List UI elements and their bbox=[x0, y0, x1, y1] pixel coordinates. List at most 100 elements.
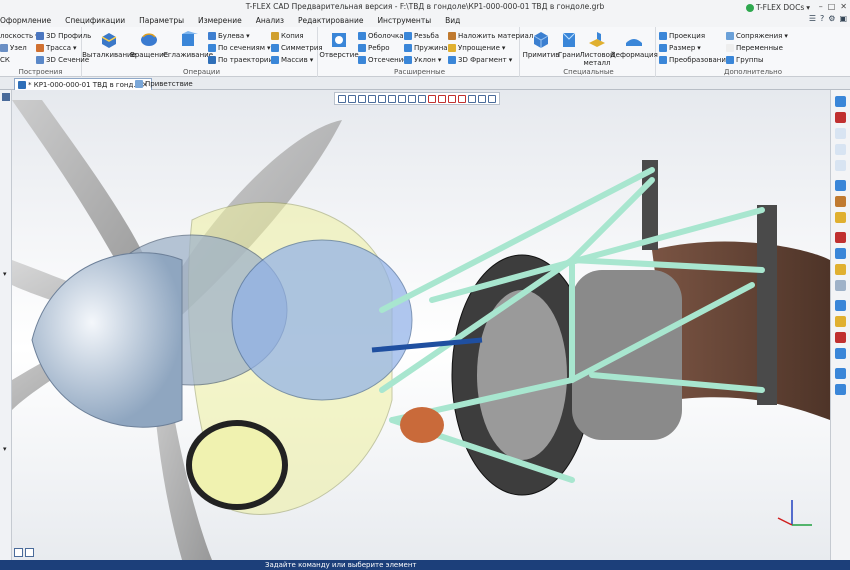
shell-button[interactable]: Оболочка bbox=[358, 30, 404, 41]
view-side-icon[interactable] bbox=[398, 94, 406, 103]
menu-item-view[interactable]: Вид bbox=[438, 16, 467, 25]
simplify-button[interactable]: Упрощение ▾ bbox=[448, 42, 505, 53]
table-icon[interactable] bbox=[835, 300, 846, 311]
filter-icon[interactable] bbox=[488, 94, 496, 103]
wireframe-mode-icon[interactable] bbox=[448, 94, 456, 103]
view-fit-icon[interactable] bbox=[338, 94, 346, 103]
profile3d-button[interactable]: 3D Профиль bbox=[36, 30, 91, 41]
menu-item-analysis[interactable]: Анализ bbox=[249, 16, 291, 25]
by-sections-button[interactable]: По сечениям ▾ bbox=[208, 42, 271, 53]
layers-icon[interactable] bbox=[835, 180, 846, 191]
transform-button[interactable]: Преобразования bbox=[659, 54, 730, 65]
select-icon[interactable] bbox=[835, 96, 846, 107]
axis-triad bbox=[777, 500, 812, 526]
view-pan-icon[interactable] bbox=[358, 94, 366, 103]
view-front-icon[interactable] bbox=[378, 94, 386, 103]
cube-icon[interactable] bbox=[835, 248, 846, 259]
thread-button[interactable]: Резьба bbox=[404, 30, 439, 41]
help-icon[interactable]: ? bbox=[820, 14, 824, 23]
zoom-window-icon[interactable] bbox=[835, 160, 846, 171]
export-icon[interactable] bbox=[835, 368, 846, 379]
plane-button[interactable]: лоскость▾ bbox=[0, 30, 39, 41]
variables-button[interactable]: Переменные bbox=[726, 42, 783, 53]
single-view-icon[interactable] bbox=[14, 548, 23, 557]
copy-button[interactable]: Копия bbox=[271, 30, 304, 41]
copy-icon bbox=[271, 31, 279, 40]
revolve-button[interactable]: Вращение bbox=[130, 29, 168, 59]
view-rotate-icon[interactable] bbox=[368, 94, 376, 103]
menu-item-parameters[interactable]: Параметры bbox=[132, 16, 191, 25]
profile-icon bbox=[36, 31, 44, 40]
smooth-button[interactable]: Сглаживание bbox=[163, 29, 213, 59]
zoom-out-icon[interactable] bbox=[835, 144, 846, 155]
camera-icon[interactable] bbox=[478, 94, 486, 103]
close-icon[interactable]: ✕ bbox=[840, 0, 847, 13]
menu-item-edit[interactable]: Редактирование bbox=[291, 16, 370, 25]
section-view-icon[interactable] bbox=[418, 94, 426, 103]
hamburger-icon[interactable]: ☰ bbox=[809, 14, 816, 23]
pencil-icon[interactable] bbox=[835, 264, 846, 275]
view-top-icon[interactable] bbox=[388, 94, 396, 103]
tab-welcome[interactable]: Приветствие bbox=[132, 78, 196, 90]
split-view-icon[interactable] bbox=[25, 548, 34, 557]
zoom-in-icon[interactable] bbox=[835, 128, 846, 139]
menu-item-specifications[interactable]: Спецификации bbox=[58, 16, 132, 25]
apply-material-button[interactable]: Наложить материал bbox=[448, 30, 533, 41]
save-icon[interactable] bbox=[835, 384, 846, 395]
dimension-button[interactable]: Размер ▾ bbox=[659, 42, 701, 53]
grid-icon[interactable] bbox=[835, 280, 846, 291]
sheet-metal-button[interactable]: Листовой металл bbox=[580, 29, 615, 67]
node-button[interactable]: Узел bbox=[0, 42, 27, 53]
extrude-button[interactable]: Выталкивание bbox=[82, 29, 136, 59]
faces-button[interactable]: Грани bbox=[558, 29, 580, 59]
collapse-icon[interactable]: ▾ bbox=[3, 270, 7, 278]
hidden-lines-icon[interactable] bbox=[458, 94, 466, 103]
tree-icon[interactable] bbox=[2, 93, 10, 101]
simplify-label: Упрощение bbox=[458, 43, 500, 52]
delete-icon[interactable] bbox=[835, 332, 846, 343]
view-zoom-icon[interactable] bbox=[348, 94, 356, 103]
by-path-button[interactable]: По траектории▾ bbox=[208, 54, 279, 65]
path-button[interactable]: Трасса ▾ bbox=[36, 42, 77, 53]
settings-icon[interactable]: ⚙ bbox=[828, 14, 835, 23]
doc-icon[interactable]: ▣ bbox=[839, 14, 847, 23]
rib-button[interactable]: Ребро bbox=[358, 42, 390, 53]
boolean-button[interactable]: Булева ▾ bbox=[208, 30, 250, 41]
magnet-icon[interactable] bbox=[835, 112, 846, 123]
primitives-button[interactable]: Примитив bbox=[523, 29, 559, 59]
expand-icon[interactable]: ▾ bbox=[3, 445, 7, 453]
maximize-icon[interactable]: □ bbox=[828, 0, 836, 13]
menu-item-measure[interactable]: Измерение bbox=[191, 16, 249, 25]
slope-button[interactable]: Уклон ▾ bbox=[404, 54, 441, 65]
cutoff-button[interactable]: Отсечение bbox=[358, 54, 408, 65]
menu-item-drawing[interactable]: Оформление bbox=[0, 16, 58, 25]
view-iso-icon[interactable] bbox=[408, 94, 416, 103]
folder-icon[interactable] bbox=[835, 316, 846, 327]
path-icon bbox=[36, 43, 44, 52]
measure-icon[interactable] bbox=[835, 196, 846, 207]
variables-icon bbox=[726, 43, 734, 52]
mates-button[interactable]: Сопряжения ▾ bbox=[726, 30, 788, 41]
model-viewport[interactable] bbox=[12, 90, 830, 560]
menu-item-tools[interactable]: Инструменты bbox=[370, 16, 438, 25]
array-label: Массив bbox=[281, 55, 308, 64]
deformation-button[interactable]: Деформация bbox=[610, 29, 658, 59]
minimize-icon[interactable]: – bbox=[819, 0, 823, 13]
lights-icon[interactable] bbox=[468, 94, 476, 103]
groups-button[interactable]: Группы bbox=[726, 54, 764, 65]
shaded-mode-icon[interactable] bbox=[438, 94, 446, 103]
spring-icon bbox=[404, 43, 412, 52]
lcs-button[interactable]: СК bbox=[0, 54, 10, 65]
check-icon[interactable] bbox=[835, 232, 846, 243]
bolt-icon[interactable] bbox=[835, 212, 846, 223]
ribbon: лоскость▾ Узел СК 3D Профиль Трасса▾ 3D … bbox=[0, 27, 850, 77]
fragment3d-button[interactable]: 3D Фрагмент ▾ bbox=[448, 54, 512, 65]
hole-button[interactable]: Отверстие bbox=[319, 29, 359, 59]
spring-button[interactable]: Пружина▾ bbox=[404, 42, 453, 53]
projection-button[interactable]: Проекция bbox=[659, 30, 705, 41]
symmetry-button[interactable]: Симметрия bbox=[271, 42, 323, 53]
array-button[interactable]: Массив ▾ bbox=[271, 54, 313, 65]
tab-document-label: * КР1-000-000-01 ТВД в гонд... bbox=[28, 80, 140, 89]
copy-icon[interactable] bbox=[835, 348, 846, 359]
display-mode-icon[interactable] bbox=[428, 94, 436, 103]
